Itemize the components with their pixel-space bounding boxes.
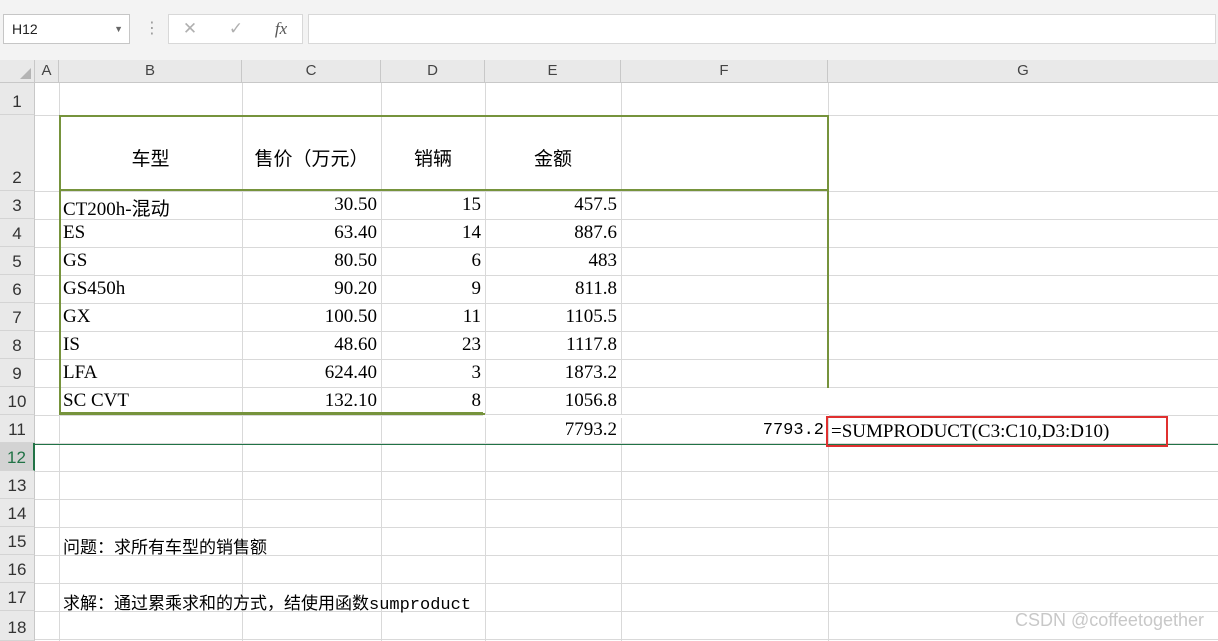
cell-c7[interactable]: 100.50: [242, 306, 377, 328]
cell-b10[interactable]: SC CVT: [63, 390, 129, 412]
row-header[interactable]: 5: [0, 247, 35, 275]
row-header[interactable]: 13: [0, 471, 35, 499]
cell-b3[interactable]: CT200h-混动: [63, 194, 170, 221]
cell-e4[interactable]: 887.6: [485, 222, 617, 244]
row-header[interactable]: 11: [0, 415, 35, 443]
cell-d4[interactable]: 14: [381, 222, 481, 244]
cell-c9[interactable]: 624.40: [242, 362, 377, 384]
select-all-icon: [20, 68, 31, 79]
row-header[interactable]: 2: [0, 115, 35, 191]
watermark: CSDN @coffeetogether: [1014, 610, 1204, 630]
cell-c8[interactable]: 48.60: [242, 334, 377, 356]
row-header[interactable]: 6: [0, 275, 35, 303]
row-header[interactable]: 14: [0, 499, 35, 527]
cell-e8[interactable]: 1117.8: [485, 334, 617, 356]
header-divider: [59, 189, 828, 191]
cell-d3[interactable]: 15: [381, 194, 481, 216]
row-header[interactable]: 1: [0, 83, 35, 115]
column-header-a[interactable]: A: [35, 60, 59, 82]
row-header-active[interactable]: 12: [0, 443, 35, 471]
chevron-down-icon[interactable]: ▼: [114, 15, 123, 43]
cell-b15-question[interactable]: 问题：求所有车型的销售额: [63, 533, 267, 559]
header-price[interactable]: 售价（万元）: [242, 144, 381, 171]
formula-callout: =SUMPRODUCT(C3:C10,D3:D10): [826, 416, 1168, 447]
cell-e3[interactable]: 457.5: [485, 194, 617, 216]
formula-buttons: ✕ ✓ fx: [168, 14, 303, 44]
cell-d5[interactable]: 6: [381, 250, 482, 272]
cell-b9[interactable]: LFA: [63, 362, 97, 384]
enter-icon[interactable]: ✓: [221, 15, 251, 43]
cell-c10[interactable]: 132.10: [242, 390, 377, 412]
name-box[interactable]: H12 ▼: [3, 14, 130, 44]
name-box-value: H12: [12, 21, 38, 37]
cell-d9[interactable]: 3: [381, 362, 482, 384]
row-header[interactable]: 15: [0, 527, 35, 555]
cancel-icon[interactable]: ✕: [175, 15, 205, 43]
cell-d10[interactable]: 8: [381, 390, 482, 412]
cell-c6[interactable]: 90.20: [242, 278, 377, 300]
row-header[interactable]: 17: [0, 583, 35, 611]
cell-e7[interactable]: 1105.5: [485, 306, 617, 328]
cell-e11-total[interactable]: 7793.2: [485, 419, 617, 441]
cell-b4[interactable]: ES: [63, 222, 85, 244]
cell-b8[interactable]: IS: [63, 334, 80, 356]
row-header[interactable]: 4: [0, 219, 35, 247]
gridline-patch: [621, 387, 622, 415]
row-header[interactable]: 10: [0, 387, 35, 415]
drag-handle-icon[interactable]: ⋮: [144, 14, 160, 44]
cell-d6[interactable]: 9: [381, 278, 482, 300]
cell-e9[interactable]: 1873.2: [485, 362, 617, 384]
cell-c3[interactable]: 30.50: [242, 194, 377, 216]
column-header-f[interactable]: F: [621, 60, 828, 82]
column-header-c[interactable]: C: [242, 60, 381, 82]
column-header-d[interactable]: D: [381, 60, 485, 82]
cell-e10[interactable]: 1056.8: [485, 390, 617, 412]
row-header[interactable]: 8: [0, 331, 35, 359]
select-all-button[interactable]: [0, 60, 35, 82]
gridline-patch: [483, 414, 829, 415]
header-amount[interactable]: 金额: [485, 144, 621, 171]
row-header[interactable]: 3: [0, 191, 35, 219]
row-header[interactable]: 16: [0, 555, 35, 583]
row-header[interactable]: 9: [0, 359, 35, 387]
cell-e6[interactable]: 811.8: [485, 278, 617, 300]
cell-b5[interactable]: GS: [63, 250, 87, 272]
cell-b7[interactable]: GX: [63, 306, 90, 328]
header-car-model[interactable]: 车型: [59, 144, 242, 171]
header-quantity[interactable]: 销辆: [381, 144, 485, 171]
cell-e5[interactable]: 483: [485, 250, 618, 272]
cell-c4[interactable]: 63.40: [242, 222, 377, 244]
table-border-bottom: [59, 413, 485, 415]
row-header[interactable]: 18: [0, 611, 35, 641]
formula-input[interactable]: [308, 14, 1216, 44]
cell-b17-solution[interactable]: 求解：通过累乘求和的方式，结使用函数sumproduct: [63, 589, 471, 615]
cell-c5[interactable]: 80.50: [242, 250, 377, 272]
row-header[interactable]: 7: [0, 303, 35, 331]
formula-bar: H12 ▼ ⋮ ✕ ✓ fx: [0, 0, 1218, 60]
cell-d7[interactable]: 11: [381, 306, 481, 328]
column-header-e[interactable]: E: [485, 60, 621, 82]
cell-f11-sumproduct[interactable]: 7793.2: [621, 421, 824, 440]
column-header-g[interactable]: G: [828, 60, 1218, 82]
cell-b6[interactable]: GS450h: [63, 278, 125, 300]
insert-function-icon[interactable]: fx: [266, 15, 296, 43]
table-border-right: [827, 115, 829, 388]
column-header-b[interactable]: B: [59, 60, 242, 82]
cell-d8[interactable]: 23: [381, 334, 481, 356]
column-headers: A B C D E F G: [0, 60, 1218, 83]
